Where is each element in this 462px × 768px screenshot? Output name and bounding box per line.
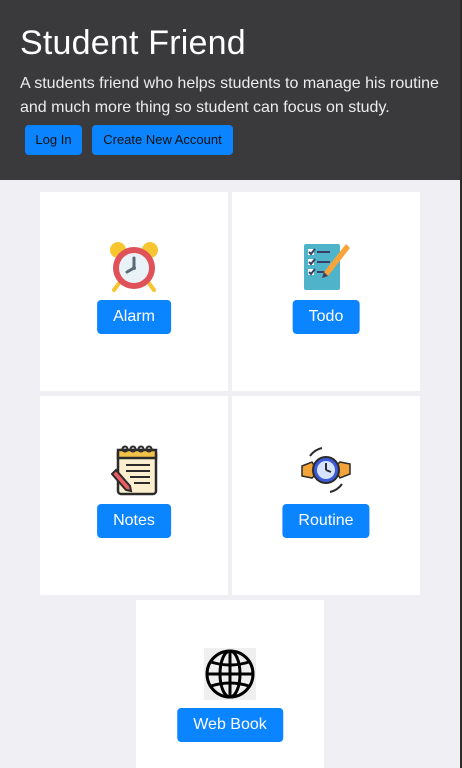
todo-button[interactable]: Todo (292, 300, 360, 334)
app-header: Student Friend A students friend who hel… (0, 0, 462, 180)
alarm-button[interactable]: Alarm (97, 300, 171, 334)
login-button[interactable]: Log In (25, 125, 82, 155)
checklist-icon (304, 244, 350, 290)
routine-button[interactable]: Routine (282, 504, 370, 538)
globe-icon (204, 648, 256, 700)
alarm-card[interactable]: Alarm (40, 192, 228, 391)
todo-card[interactable]: Todo (232, 192, 420, 391)
page-title: Student Friend (20, 24, 246, 62)
routine-card[interactable]: Routine (232, 396, 420, 595)
notes-button[interactable]: Notes (97, 504, 171, 538)
notes-card[interactable]: Notes (40, 396, 228, 595)
notepad-icon (110, 445, 158, 496)
clock-hands-icon (301, 447, 351, 493)
alarm-clock-icon (110, 242, 158, 292)
webbook-button[interactable]: Web Book (177, 708, 283, 742)
app-description: A students friend who helps students to … (20, 75, 439, 116)
create-account-button[interactable]: Create New Account (92, 125, 233, 155)
webbook-card[interactable]: Web Book (136, 600, 324, 768)
